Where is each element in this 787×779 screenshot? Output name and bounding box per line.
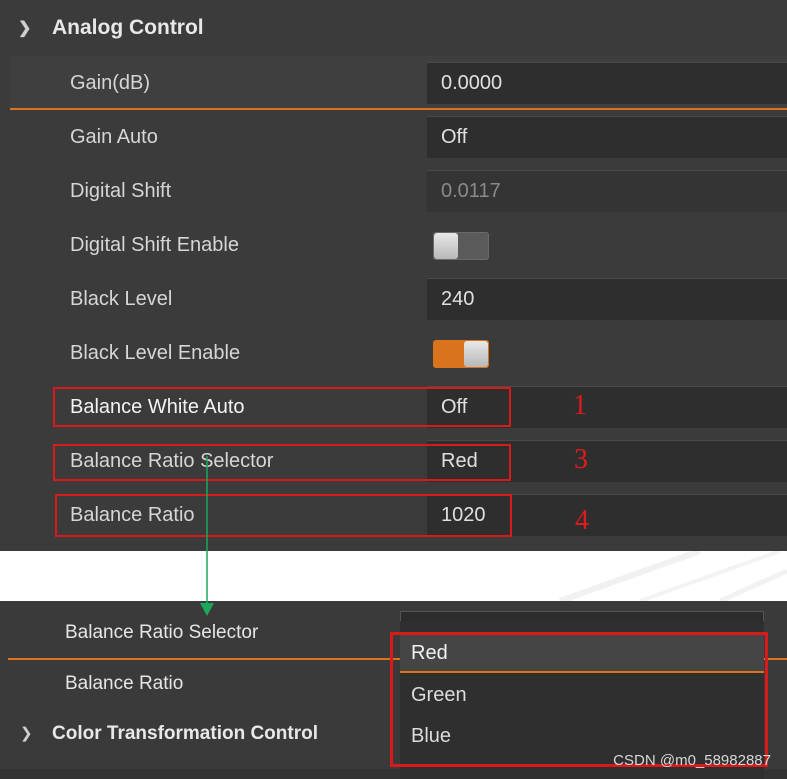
connector-arrow <box>200 456 214 616</box>
